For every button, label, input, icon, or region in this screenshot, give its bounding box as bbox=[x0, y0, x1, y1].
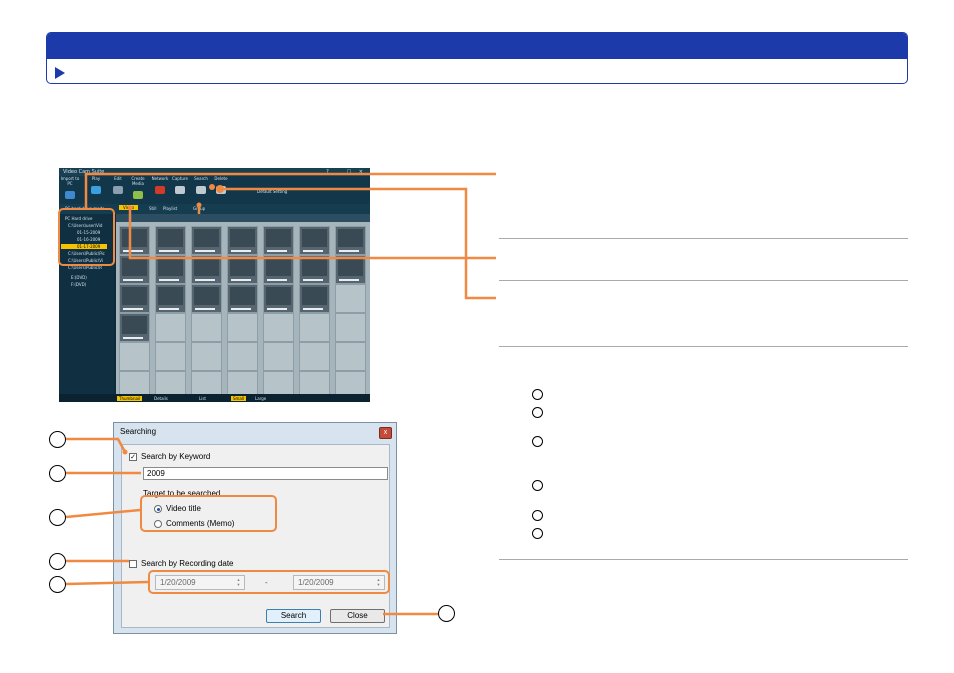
callout-circle bbox=[49, 431, 66, 448]
divider bbox=[499, 238, 908, 239]
list-number-circle bbox=[532, 528, 543, 539]
divider bbox=[499, 346, 908, 347]
divider bbox=[499, 280, 908, 281]
list-number-circle bbox=[532, 407, 543, 418]
callout-circle bbox=[49, 576, 66, 593]
callout-circle bbox=[49, 553, 66, 570]
callout-circle bbox=[49, 465, 66, 482]
callout-lines bbox=[65, 172, 496, 616]
list-number-circle bbox=[532, 436, 543, 447]
callout-circle bbox=[438, 605, 455, 622]
list-number-circle bbox=[532, 510, 543, 521]
callout-circle bbox=[49, 509, 66, 526]
list-number-circle bbox=[532, 480, 543, 491]
list-number-circle bbox=[532, 389, 543, 400]
divider bbox=[499, 559, 908, 560]
